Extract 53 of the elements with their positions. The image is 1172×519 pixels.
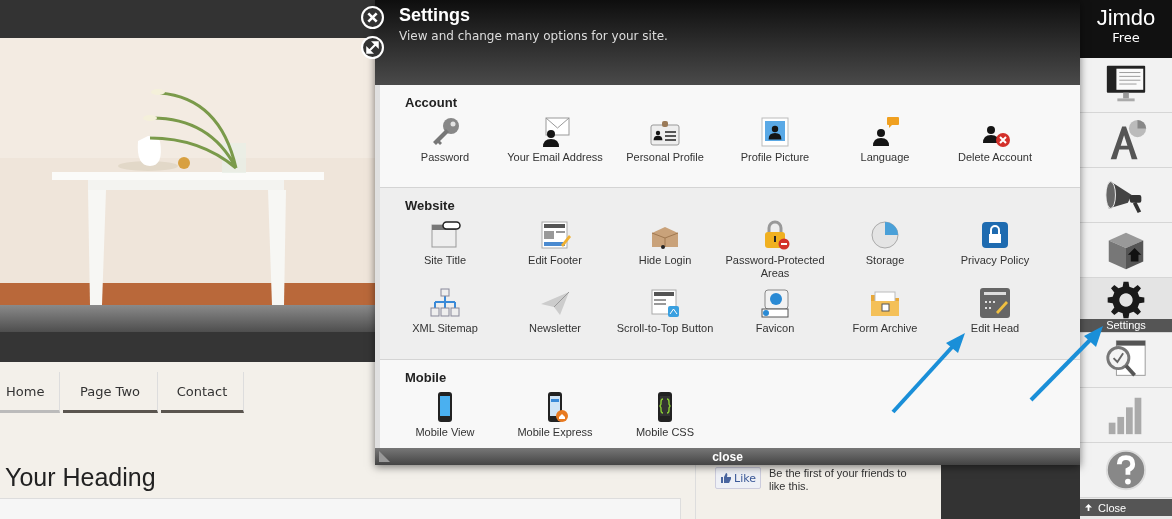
settings-tile[interactable]: Storage <box>830 219 940 283</box>
settings-tile[interactable]: Profile Picture <box>720 116 830 180</box>
nav-tab[interactable]: Home <box>0 372 60 413</box>
nav-tab[interactable]: Contact <box>161 372 244 413</box>
section-title: Account <box>405 95 458 110</box>
like-text: Be the first of your friends to like this. <box>768 467 908 493</box>
lock-icon <box>979 219 1011 251</box>
code-pencil-icon <box>979 287 1011 319</box>
settings-tile[interactable]: Delete Account <box>940 116 1050 180</box>
settings-tile[interactable]: Site Title <box>390 219 500 283</box>
globe-card-icon <box>759 287 791 319</box>
section-title: Website <box>405 198 456 213</box>
dialog-subtitle: View and change many options for your site. <box>399 29 669 43</box>
page-arrow-icon <box>649 287 681 319</box>
settings-tile[interactable]: Your Email Address <box>500 116 610 180</box>
expand-icon[interactable] <box>361 36 384 59</box>
sidebar-item[interactable] <box>1080 168 1172 223</box>
settings-tile[interactable]: XML Sitemap <box>390 287 500 351</box>
sidebar-item[interactable] <box>1080 58 1172 113</box>
settings-tile[interactable]: Scroll-to-Top Button <box>610 287 720 351</box>
settings-tile[interactable]: Newsletter <box>500 287 610 351</box>
settings-tile[interactable]: Favicon <box>720 287 830 351</box>
sidebar-item[interactable] <box>1080 333 1172 388</box>
settings-tile[interactable]: Password-Protected Areas <box>720 219 830 283</box>
settings-tile[interactable]: Form Archive <box>830 287 940 351</box>
pie-icon <box>869 219 901 251</box>
nav-tab[interactable]: Page Two <box>63 372 158 413</box>
arrow-up-icon <box>1085 504 1092 511</box>
page-pencil-icon <box>539 219 571 251</box>
resize-grip-icon <box>379 451 390 462</box>
settings-tile[interactable]: Privacy Policy <box>940 219 1050 283</box>
page-heading: Your Heading <box>5 462 156 492</box>
section-title: Mobile <box>405 370 448 385</box>
sidebar-item[interactable] <box>1080 223 1172 278</box>
brand-logo: Jimdo <box>1096 6 1156 30</box>
dialog-close-bar[interactable]: close <box>375 448 1080 465</box>
plan-label: Free <box>1112 30 1140 45</box>
sidebar-item[interactable]: Settings <box>1080 278 1172 333</box>
settings-tile[interactable]: Edit Footer <box>500 219 610 283</box>
close-icon[interactable] <box>361 6 384 29</box>
settings-tile[interactable]: Hide Login <box>610 219 720 283</box>
photo-icon <box>759 116 791 148</box>
dialog-title: Settings <box>399 4 471 26</box>
settings-tile[interactable]: Language <box>830 116 940 180</box>
help-icon <box>1103 447 1149 493</box>
settings-tile[interactable]: Personal Profile <box>610 116 720 180</box>
window-icon <box>429 219 461 251</box>
sitemap-icon <box>429 287 461 319</box>
thumbs-up-icon <box>720 472 732 484</box>
sidebar-item[interactable] <box>1080 113 1172 168</box>
like-button[interactable]: Like <box>715 467 761 489</box>
settings-tile[interactable]: Password <box>390 116 500 180</box>
close-button[interactable]: Close <box>1080 499 1172 516</box>
